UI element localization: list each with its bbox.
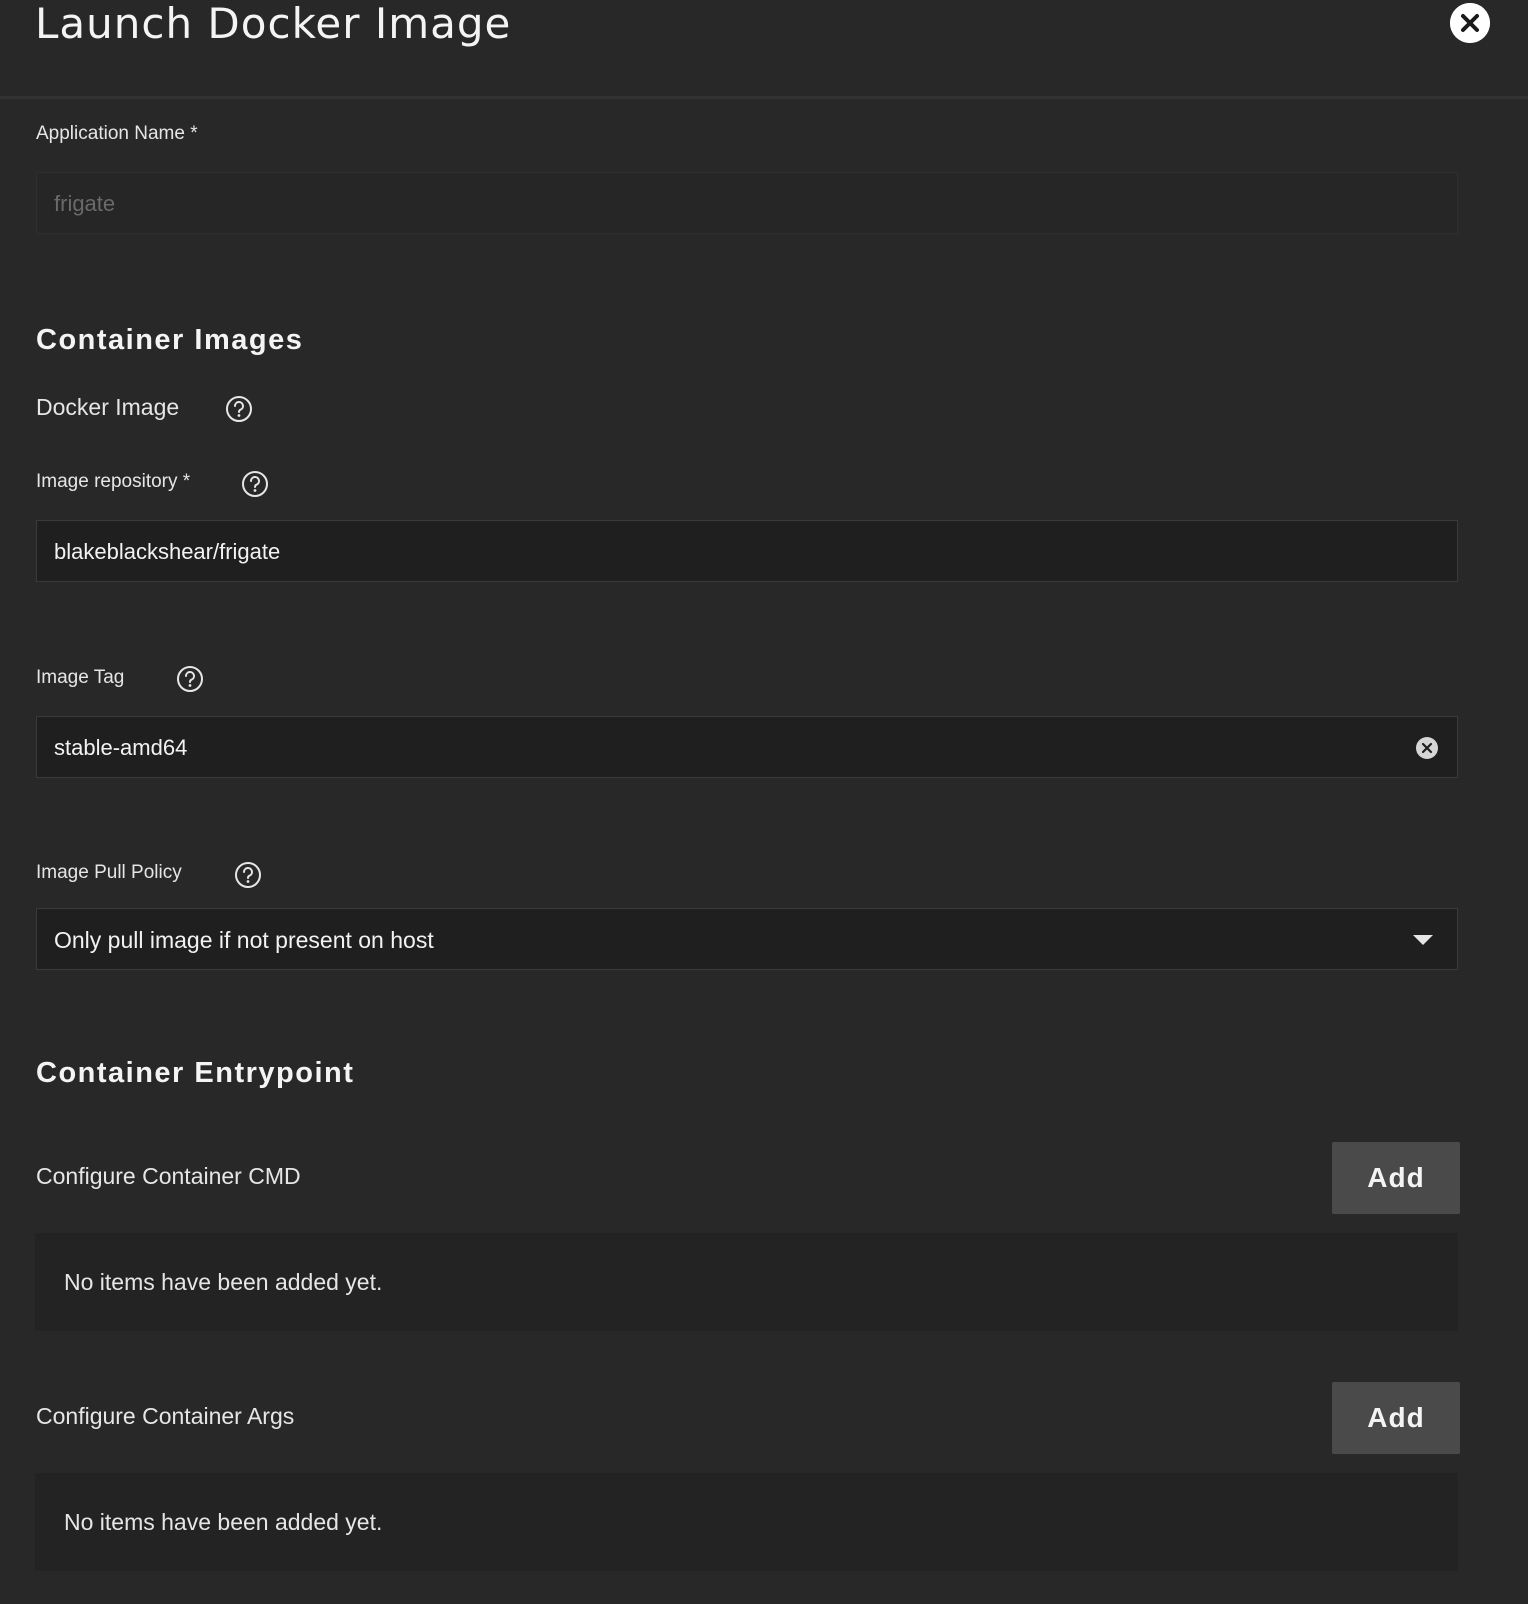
image-repository-input[interactable]: blakeblackshear/frigate bbox=[36, 520, 1458, 582]
question-circle-icon[interactable] bbox=[176, 665, 204, 693]
image-repository-value: blakeblackshear/frigate bbox=[54, 539, 281, 564]
dialog-title: Launch Docker Image bbox=[35, 0, 512, 48]
chevron-down-icon[interactable] bbox=[1413, 935, 1433, 945]
image-repository-label: Image repository * bbox=[36, 471, 191, 492]
image-pull-policy-label: Image Pull Policy bbox=[36, 862, 182, 883]
question-circle-icon[interactable] bbox=[225, 395, 253, 423]
container-images-heading: Container Images bbox=[36, 324, 304, 356]
cmd-list: No items have been added yet. bbox=[35, 1233, 1458, 1331]
image-pull-policy-select[interactable]: Only pull image if not present on host bbox=[36, 908, 1458, 970]
application-name-label: Application Name * bbox=[36, 123, 198, 144]
args-empty-message: No items have been added yet. bbox=[64, 1509, 383, 1535]
image-tag-label: Image Tag bbox=[36, 667, 125, 688]
add-args-button[interactable]: Add bbox=[1332, 1382, 1460, 1454]
image-tag-input[interactable]: stable-amd64 bbox=[36, 716, 1458, 778]
close-icon[interactable] bbox=[1450, 3, 1490, 43]
configure-args-label: Configure Container Args bbox=[36, 1403, 295, 1429]
dialog-header: Launch Docker Image bbox=[0, 0, 1528, 99]
question-circle-icon[interactable] bbox=[241, 470, 269, 498]
docker-image-label: Docker Image bbox=[36, 394, 180, 420]
container-entrypoint-heading: Container Entrypoint bbox=[36, 1057, 355, 1089]
application-name-field[interactable]: frigate bbox=[36, 172, 1458, 234]
question-circle-icon[interactable] bbox=[234, 861, 262, 889]
image-tag-value: stable-amd64 bbox=[54, 735, 188, 760]
add-cmd-button[interactable]: Add bbox=[1332, 1142, 1460, 1214]
application-name-value: frigate bbox=[54, 191, 116, 216]
configure-cmd-label: Configure Container CMD bbox=[36, 1163, 301, 1189]
launch-docker-image-dialog: Launch Docker Image Application Name * f… bbox=[0, 0, 1528, 1604]
clear-icon[interactable] bbox=[1416, 737, 1438, 759]
cmd-empty-message: No items have been added yet. bbox=[64, 1269, 383, 1295]
args-list: No items have been added yet. bbox=[35, 1473, 1458, 1571]
image-pull-policy-value: Only pull image if not present on host bbox=[54, 927, 434, 953]
